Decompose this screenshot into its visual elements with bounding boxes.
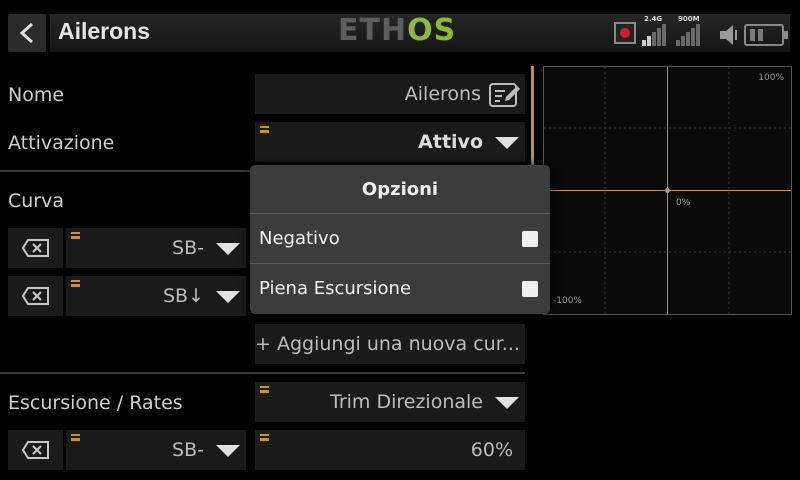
name-field[interactable]: Ailerons — [255, 74, 525, 114]
drag-handle-icon[interactable] — [260, 434, 269, 441]
curve-source-1: SB- — [172, 237, 204, 259]
popup-title: Opzioni — [250, 165, 550, 214]
battery-icon — [744, 24, 788, 46]
chevron-down-icon — [495, 397, 519, 409]
curve-source-2: SB↓ — [162, 285, 204, 307]
rates-percent-field[interactable]: 60% — [255, 430, 525, 470]
scroll-indicator — [531, 66, 534, 170]
curve-label: Curva — [8, 190, 65, 212]
negative-checkbox[interactable] — [522, 231, 538, 247]
chevron-down-icon — [495, 137, 519, 149]
full-range-checkbox[interactable] — [522, 281, 538, 297]
activation-value: Attivo — [418, 131, 483, 153]
remove-curve-button-2[interactable] — [8, 276, 63, 316]
record-icon — [614, 22, 636, 44]
rates-value: Trim Direzionale — [330, 391, 483, 413]
name-label: Nome — [8, 84, 65, 106]
drag-handle-icon[interactable] — [71, 434, 80, 441]
activation-label: Attivazione — [8, 132, 115, 154]
remove-curve-button-1[interactable] — [8, 228, 63, 268]
chevron-down-icon — [216, 445, 240, 457]
drag-handle-icon[interactable] — [260, 386, 269, 393]
page-title: Ailerons — [58, 18, 151, 44]
rf-label-900m: 900M — [678, 15, 700, 23]
options-popup: Opzioni Negativo Piena Escursione — [250, 165, 550, 314]
add-curve-button[interactable]: + Aggiungi una nuova cur... — [255, 324, 525, 364]
delete-icon — [22, 239, 49, 257]
delete-icon — [22, 441, 49, 459]
rates-percent: 60% — [470, 439, 513, 461]
top-bar: Ailerons ETHOS 2.4G 900M — [0, 0, 800, 66]
rf-label-2g4: 2.4G — [644, 15, 663, 23]
drag-handle-icon[interactable] — [260, 126, 269, 133]
graph-max-label: 100% — [758, 73, 784, 83]
signal-2g4-icon — [642, 22, 668, 46]
speaker-icon — [720, 25, 737, 45]
drag-handle-icon[interactable] — [71, 232, 80, 239]
edit-icon — [489, 83, 520, 107]
ethos-logo: ETHOS — [338, 13, 457, 48]
rates-dropdown[interactable]: Trim Direzionale — [255, 382, 525, 422]
name-value: Ailerons — [404, 83, 481, 105]
option-full-range[interactable]: Piena Escursione — [250, 264, 550, 314]
option-label: Negativo — [259, 228, 340, 249]
curve-graph: 100% 0% -100% — [543, 66, 792, 315]
drag-handle-icon[interactable] — [71, 280, 80, 287]
rates-source: SB- — [172, 439, 204, 461]
activation-dropdown[interactable]: Attivo — [255, 122, 525, 162]
remove-rate-button[interactable] — [8, 430, 63, 470]
divider — [0, 372, 525, 374]
graph-min-label: -100% — [553, 296, 582, 306]
rates-label: Escursione / Rates — [8, 392, 183, 414]
back-button[interactable] — [8, 14, 46, 52]
curve-source-dropdown-2[interactable]: SB↓ — [66, 276, 246, 316]
delete-icon — [22, 287, 49, 305]
rates-source-dropdown[interactable]: SB- — [66, 430, 246, 470]
chevron-down-icon — [216, 291, 240, 303]
add-curve-label: + Aggiungi una nuova cur... — [255, 333, 520, 355]
chevron-left-icon — [19, 22, 34, 44]
curve-source-dropdown-1[interactable]: SB- — [66, 228, 246, 268]
option-negative[interactable]: Negativo — [250, 214, 550, 264]
chevron-down-icon — [216, 243, 240, 255]
option-label: Piena Escursione — [259, 278, 412, 299]
graph-center-label: 0% — [676, 198, 691, 208]
signal-900m-icon — [676, 22, 702, 46]
curve-graph-grid — [544, 67, 791, 314]
